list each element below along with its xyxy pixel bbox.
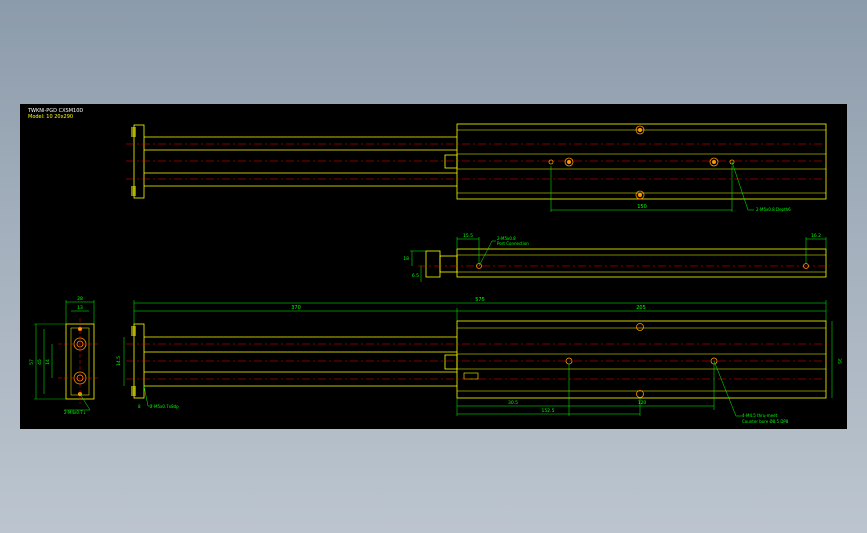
front-dim-spacing: 120 bbox=[638, 400, 647, 406]
side-view: 15.5 16.2 2-M5x0.8 Port Connection 18 6.… bbox=[403, 233, 830, 282]
top-hole-note: 2-M5x0.8 Depth6 bbox=[756, 207, 791, 212]
top-hole-center bbox=[712, 160, 716, 164]
title-line-2: Model: 10 20x290 bbox=[28, 114, 73, 120]
front-dim-depth2: 152.5 bbox=[542, 408, 555, 414]
end-leader bbox=[64, 393, 91, 411]
top-view: 150 2-M5x0.8 Depth6 bbox=[126, 123, 830, 212]
top-dim-spacing: 150 bbox=[637, 204, 647, 210]
end-dim-depth: 8 bbox=[138, 404, 141, 409]
side-body bbox=[456, 248, 827, 278]
front-end-screw-2 bbox=[131, 386, 136, 396]
side-end-plate bbox=[425, 250, 441, 278]
top-hole-center bbox=[567, 160, 571, 164]
side-dim-right: 16.2 bbox=[811, 233, 821, 239]
front-dim-left: 370 bbox=[291, 305, 301, 311]
end-dim-inner-h1: 45 bbox=[37, 359, 43, 365]
cad-viewport[interactable]: TWKNI-PGD CXSM10D Model: 10 20x290 150 2… bbox=[20, 104, 847, 429]
front-hole-note-2: Counter bore Ø8.5 DP8 bbox=[742, 419, 789, 424]
front-hole bbox=[636, 390, 644, 398]
front-left-leader bbox=[143, 385, 152, 407]
top-coupler bbox=[444, 154, 458, 169]
front-dim-overall: 575 bbox=[475, 297, 485, 303]
front-hole-note: 4-M4.5 thru-meet bbox=[742, 413, 778, 418]
front-end-screw-1 bbox=[131, 326, 136, 336]
top-end-screw-2 bbox=[131, 186, 136, 196]
end-dim-inner-h2: 14 bbox=[45, 359, 51, 365]
top-body bbox=[456, 123, 827, 200]
side-leader bbox=[478, 240, 496, 267]
front-dim-right: 205 bbox=[636, 305, 646, 311]
cad-drawing: TWKNI-PGD CXSM10D Model: 10 20x290 150 2… bbox=[27, 108, 842, 424]
end-dim-height: 57 bbox=[29, 359, 35, 365]
front-body bbox=[456, 320, 827, 399]
end-dim-width: 28 bbox=[77, 296, 83, 302]
front-view: 575 370 205 30.5 120 152.5 35 14.5 4-M4.… bbox=[116, 297, 842, 424]
front-dim-height: 35 bbox=[836, 358, 842, 364]
side-dim-h1: 18 bbox=[403, 256, 409, 262]
front-dim-height-left: 14.5 bbox=[116, 356, 122, 366]
top-hole-center bbox=[638, 193, 642, 197]
top-port bbox=[548, 159, 554, 165]
front-left-note: 2-M5x0.7x8dp bbox=[150, 404, 179, 409]
side-dim-left: 15.5 bbox=[463, 233, 473, 239]
front-dim-depth1: 30.5 bbox=[508, 400, 518, 406]
side-port-note-2: Port Connection bbox=[497, 241, 529, 246]
top-end-screw-1 bbox=[131, 127, 136, 137]
end-dim-inner: 13 bbox=[77, 305, 83, 311]
end-tap-note: 2-M4x0.7↓ bbox=[64, 410, 86, 415]
front-hole bbox=[636, 323, 644, 331]
front-coupler bbox=[444, 354, 458, 370]
side-coupler bbox=[439, 255, 458, 273]
top-hole-center bbox=[638, 128, 642, 132]
front-label-plate bbox=[463, 372, 479, 380]
side-dim-h2: 6.5 bbox=[412, 273, 419, 279]
